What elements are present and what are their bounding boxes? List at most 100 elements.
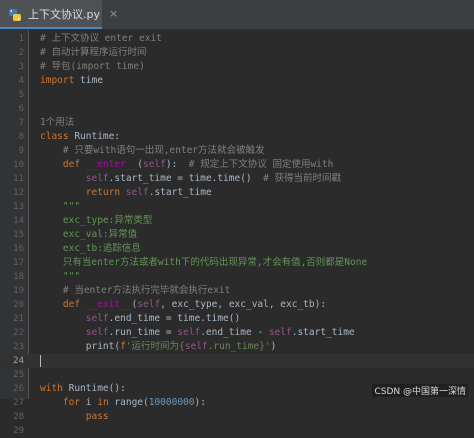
code-line[interactable]: 8 class Runtime:: [0, 130, 474, 144]
code-line[interactable]: 28 pass: [0, 410, 474, 424]
code-token: import: [40, 75, 75, 86]
code-token: with: [40, 383, 63, 394]
line-number: 23: [13, 342, 24, 352]
line-number: 16: [13, 244, 24, 254]
usage-hint: 1个用法: [40, 116, 74, 130]
code-line[interactable]: 11 self.start_time = time.time() # 获得当前时…: [0, 172, 474, 186]
code-line[interactable]: 10 def __enter__(self): # 规定上下文协议 固定使用wi…: [0, 158, 474, 172]
code-token: time: [74, 75, 103, 86]
code-token: self: [85, 327, 109, 338]
code-line[interactable]: 22 self.run_time = self.end_time - self.…: [0, 326, 474, 340]
line-number: 29: [13, 426, 24, 436]
code-text: return self.start_time: [40, 186, 212, 200]
file-tab[interactable]: 上下文协议.py ×: [0, 0, 118, 29]
line-number: 4: [18, 76, 24, 86]
code-line[interactable]: 2 # 自动计算程序运行时间: [0, 46, 474, 60]
code-text: 只有当enter方法或者with下的代码出现异常,才会有值,否则都是None: [40, 256, 367, 270]
code-token: # 上下文协议 enter exit: [40, 33, 162, 44]
line-number: 19: [13, 286, 24, 296]
code-line[interactable]: 17 只有当enter方法或者with下的代码出现异常,才会有值,否则都是Non…: [0, 256, 474, 270]
code-token: .end_time = time.time(): [108, 313, 241, 324]
code-text: self.start_time = time.time() # 获得当前时间戳: [40, 172, 341, 186]
editor-tab-bar: 上下文协议.py ×: [0, 0, 474, 30]
code-line[interactable]: 27 for i in range(10000000):: [0, 396, 474, 410]
current-code-line[interactable]: 24: [0, 354, 474, 368]
code-token: '运行时间为{: [125, 341, 185, 352]
code-line[interactable]: 23 print(f'运行时间为{self.run_time}'): [0, 340, 474, 354]
code-token: Runtime:: [68, 131, 121, 142]
code-line[interactable]: 7 1个用法: [0, 116, 474, 130]
line-number: 7: [18, 118, 24, 128]
code-token: .start_time = time.time(): [108, 173, 264, 184]
code-token: exc_tb:追踪信息: [62, 243, 141, 254]
code-line[interactable]: 14 exc_type:异常类型: [0, 214, 474, 228]
code-line[interactable]: 20 def __exit__(self, exc_type, exc_val,…: [0, 298, 474, 312]
code-token: self: [177, 327, 201, 338]
code-text: # 只要with语句一出现,enter方法就会被触发: [40, 144, 265, 158]
code-line[interactable]: 29: [0, 424, 474, 438]
code-line[interactable]: 12 return self.start_time: [0, 186, 474, 200]
code-text: exc_tb:追踪信息: [40, 242, 141, 256]
code-line[interactable]: 4 import time: [0, 74, 474, 88]
line-number: 6: [18, 104, 24, 114]
code-token: , exc_type, exc_val, exc_tb):: [160, 299, 327, 310]
code-text: exc_val:异常值: [40, 228, 137, 242]
code-text: self.run_time = self.end_time - self.sta…: [40, 326, 355, 340]
code-text: # 自动计算程序运行时间: [40, 46, 146, 60]
code-token: self: [85, 313, 109, 324]
code-token: print(: [40, 341, 121, 352]
code-line[interactable]: 21 self.end_time = time.time(): [0, 312, 474, 326]
code-text: self.end_time = time.time(): [40, 312, 240, 326]
code-text: def __enter__(self): # 规定上下文协议 固定使用with: [40, 158, 333, 172]
line-number: 5: [18, 90, 24, 100]
code-token: # 当enter方法执行完毕就会执行exit: [62, 285, 231, 296]
line-number: 21: [13, 314, 24, 324]
line-number: 15: [13, 230, 24, 240]
line-number: 25: [13, 370, 24, 380]
code-token: self: [125, 187, 149, 198]
code-token: # 只要with语句一出现,enter方法就会被触发: [62, 145, 265, 156]
code-line[interactable]: 1 # 上下文协议 enter exit: [0, 32, 474, 46]
code-token: # 规定上下文协议 固定使用with: [188, 159, 334, 170]
line-number: 24: [13, 356, 24, 366]
code-text: """: [40, 200, 80, 214]
code-line[interactable]: 18 """: [0, 270, 474, 284]
code-line[interactable]: 9 # 只要with语句一出现,enter方法就会被触发: [0, 144, 474, 158]
line-number: 10: [13, 160, 24, 170]
line-number: 17: [13, 258, 24, 268]
code-text: class Runtime:: [40, 130, 120, 144]
code-line[interactable]: 5: [0, 88, 474, 102]
python-file-icon: [8, 7, 22, 21]
close-tab-icon[interactable]: ×: [109, 7, 118, 20]
code-token: """: [62, 271, 81, 282]
code-line[interactable]: 25: [0, 368, 474, 382]
code-line[interactable]: 19 # 当enter方法执行完毕就会执行exit: [0, 284, 474, 298]
code-token: 1个用法: [40, 117, 75, 128]
code-text: # 当enter方法执行完毕就会执行exit: [40, 284, 230, 298]
line-number: 14: [13, 216, 24, 226]
code-editor[interactable]: 1 # 上下文协议 enter exit 2 # 自动计算程序运行时间 3 # 导包(im…: [0, 30, 474, 436]
code-line[interactable]: 3 # 导包(import time): [0, 60, 474, 74]
code-line[interactable]: 6: [0, 102, 474, 116]
line-number: 11: [13, 174, 24, 184]
line-number: 8: [18, 132, 24, 142]
code-text: with Runtime():: [40, 382, 126, 396]
code-token: exc_val:异常值: [62, 229, 138, 240]
code-line[interactable]: 16 exc_tb:追踪信息: [0, 242, 474, 256]
code-token: .start_time: [291, 327, 355, 338]
line-number: 2: [18, 48, 24, 58]
code-line[interactable]: 13 """: [0, 200, 474, 214]
code-token: pass: [85, 411, 109, 422]
code-line[interactable]: 15 exc_val:异常值: [0, 228, 474, 242]
code-text: import time: [40, 74, 103, 88]
